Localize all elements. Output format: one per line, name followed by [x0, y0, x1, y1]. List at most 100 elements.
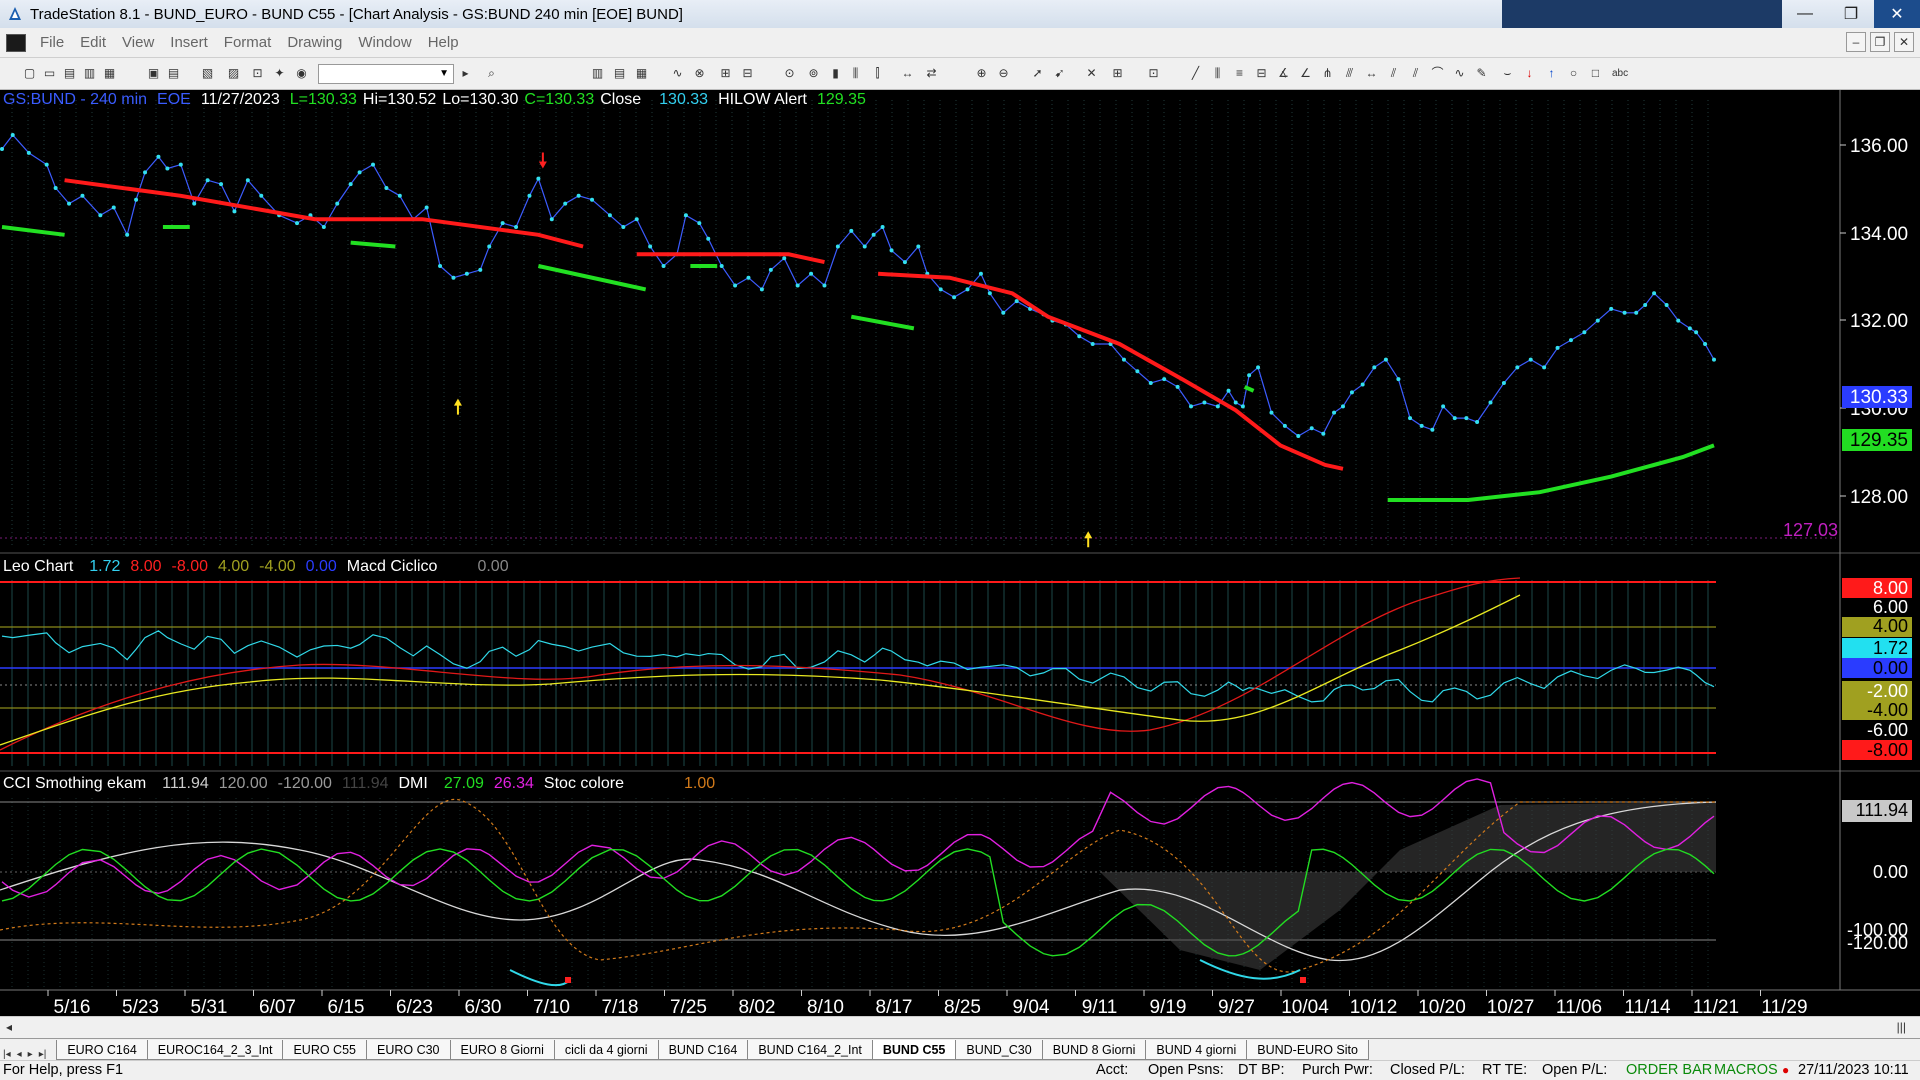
price-series-point [464, 271, 469, 276]
arrow-h-icon[interactable]: ↔ [1364, 66, 1379, 81]
menu-insert[interactable]: Insert [162, 34, 216, 51]
tab-prev-icon[interactable]: ◂ [14, 1049, 25, 1060]
chart-type-icon[interactable]: ▮ [828, 66, 843, 81]
print-icon[interactable]: ▣ [146, 66, 161, 81]
curve-icon[interactable]: ⌣ [1500, 66, 1515, 81]
tab-euro-c55[interactable]: EURO C55 [282, 1040, 367, 1060]
price-series-point [44, 162, 49, 167]
format-icon[interactable]: ⊟ [740, 66, 755, 81]
gann-icon[interactable]: ∡ [1276, 66, 1291, 81]
pointer-icon[interactable]: ➚ [1030, 66, 1045, 81]
spiral-icon[interactable]: ∿ [1452, 66, 1467, 81]
angle-icon[interactable]: ∠ [1298, 66, 1313, 81]
zoom-chart-icon[interactable]: ⊚ [806, 66, 821, 81]
menu-drawing[interactable]: Drawing [279, 34, 350, 51]
print-preview-icon[interactable]: ▤ [166, 66, 181, 81]
tab-first-icon[interactable]: |◂ [0, 1049, 14, 1060]
menu-file[interactable]: File [32, 34, 72, 51]
mdi-close-button[interactable]: ✕ [1894, 32, 1914, 52]
compress-icon[interactable]: ⇄ [924, 66, 939, 81]
minimize-button[interactable]: — [1782, 0, 1828, 28]
strategy-icon[interactable]: ⊗ [692, 66, 707, 81]
spacing-icon[interactable]: ⫿ [870, 66, 885, 81]
play-icon[interactable]: ▸ [458, 66, 473, 81]
arrow-up-blue-icon[interactable]: ↑ [1544, 66, 1559, 81]
tab-bund-c55[interactable]: BUND C55 [871, 1040, 957, 1060]
arc-icon[interactable]: ⌒ [1430, 66, 1445, 81]
tab-cicli-4-giorni[interactable]: cicli da 4 giorni [553, 1040, 659, 1060]
line-chart-icon[interactable]: ▤ [612, 66, 627, 81]
bar-chart-icon[interactable]: ▥ [590, 66, 605, 81]
leo-tick-label: -4.00 [1867, 700, 1908, 720]
menu-edit[interactable]: Edit [72, 34, 114, 51]
new-icon[interactable]: ▢ [22, 66, 37, 81]
data-window-icon[interactable]: ⊙ [782, 66, 797, 81]
hammer-icon[interactable]: ✕ [1084, 66, 1099, 81]
channel-icon[interactable]: ⫻ [1342, 66, 1357, 81]
menu-view[interactable]: View [114, 34, 162, 51]
close-button[interactable]: ✕ [1874, 0, 1920, 28]
insert-icon[interactable]: ⊞ [718, 66, 733, 81]
tab-euro-8-giorni[interactable]: EURO 8 Giorni [449, 1040, 555, 1060]
save-icon[interactable]: ▦ [102, 66, 117, 81]
tab-bund-euro-sito[interactable]: BUND-EURO Sito [1246, 1040, 1369, 1060]
tab-euro-c164[interactable]: EURO C164 [56, 1040, 148, 1060]
expand-icon[interactable]: ↔ [900, 66, 915, 81]
mdi-restore-button[interactable]: ❐ [1870, 32, 1890, 52]
pointer-plus-icon[interactable]: ➹ [1052, 66, 1067, 81]
scroll-left-icon[interactable]: ◂ [6, 1020, 12, 1034]
lock-icon[interactable]: ⊡ [250, 66, 265, 81]
chart-canvas[interactable]: 136.00134.00132.00130.00128.00127.03130.… [0, 90, 1920, 1016]
tab-bund-8-giorni[interactable]: BUND 8 Giorni [1041, 1040, 1147, 1060]
rectangle-icon[interactable]: □ [1588, 66, 1603, 81]
zoom-in-icon[interactable]: ⊕ [974, 66, 989, 81]
pencil-icon[interactable]: ✎ [1474, 66, 1489, 81]
symbol-combo[interactable]: ▼ [318, 64, 454, 84]
search-icon[interactable]: ⌕ [484, 66, 499, 81]
snap-icon[interactable]: ⊡ [1146, 66, 1161, 81]
horizontal-lines-icon[interactable]: ≡ [1232, 66, 1247, 81]
menu-help[interactable]: Help [420, 34, 467, 51]
vertical-lines-icon[interactable]: ⫼ [1210, 66, 1225, 81]
tab-last-icon[interactable]: ▸| [36, 1049, 50, 1060]
circle-icon[interactable]: ○ [1566, 66, 1581, 81]
analysis-icon[interactable]: ◉ [294, 66, 309, 81]
pitchfork-icon[interactable]: ⋔ [1320, 66, 1335, 81]
ma-green-line [537, 264, 647, 292]
layout-icon[interactable]: ▨ [226, 66, 241, 81]
status-macros[interactable]: MACROS [1714, 1062, 1778, 1078]
tools-icon[interactable]: ✦ [272, 66, 287, 81]
zoom-out-icon[interactable]: ⊖ [996, 66, 1011, 81]
tab-next-icon[interactable]: ▸ [25, 1049, 36, 1060]
chart-area[interactable]: 136.00 134.00 132.00 130.00 128.00 127.03 130.… [0, 90, 1920, 1025]
open-icon[interactable]: ▭ [42, 66, 57, 81]
tab-euroc164-2-3-int[interactable]: EUROC164_2_3_Int [146, 1040, 284, 1060]
horizontal-scrollbar[interactable]: ◂ ||| [0, 1016, 1920, 1038]
tab-bund-c30[interactable]: BUND_C30 [955, 1040, 1043, 1060]
chart-window-icon[interactable] [6, 33, 26, 52]
mdi-minimize-button[interactable]: – [1846, 32, 1866, 52]
text-icon[interactable]: abc [1612, 66, 1628, 81]
status-order-bar[interactable]: ORDER BAR [1626, 1062, 1712, 1078]
candle-chart-icon[interactable]: ▦ [634, 66, 649, 81]
parallel-icon[interactable]: ⫽ [1408, 66, 1423, 81]
open-workspace-icon[interactable]: ▤ [62, 66, 77, 81]
menu-window[interactable]: Window [350, 34, 419, 51]
tab-bund-c164[interactable]: BUND C164 [657, 1040, 749, 1060]
maximize-button[interactable]: ❐ [1828, 0, 1874, 28]
scroll-grip-icon[interactable]: ||| [1897, 1020, 1906, 1034]
trendline-icon[interactable]: ╱ [1188, 66, 1203, 81]
object-list-icon[interactable]: ⊞ [1110, 66, 1125, 81]
tab-euro-c30[interactable]: EURO C30 [365, 1040, 451, 1060]
arrow-down-red-icon[interactable]: ↓ [1522, 66, 1537, 81]
fib-icon[interactable]: ⊟ [1254, 66, 1269, 81]
new-workspace-icon[interactable]: ▥ [82, 66, 97, 81]
bars-icon[interactable]: ⫼ [848, 66, 863, 81]
speedline-icon[interactable]: ⫽ [1386, 66, 1401, 81]
price-series-point [1383, 357, 1388, 362]
tab-bund-c164-2-int[interactable]: BUND C164_2_Int [747, 1040, 873, 1060]
window-icon[interactable]: ▧ [200, 66, 215, 81]
menu-format[interactable]: Format [216, 34, 280, 51]
tab-bund-4-giorni[interactable]: BUND 4 giorni [1145, 1040, 1248, 1060]
indicator-icon[interactable]: ∿ [670, 66, 685, 81]
